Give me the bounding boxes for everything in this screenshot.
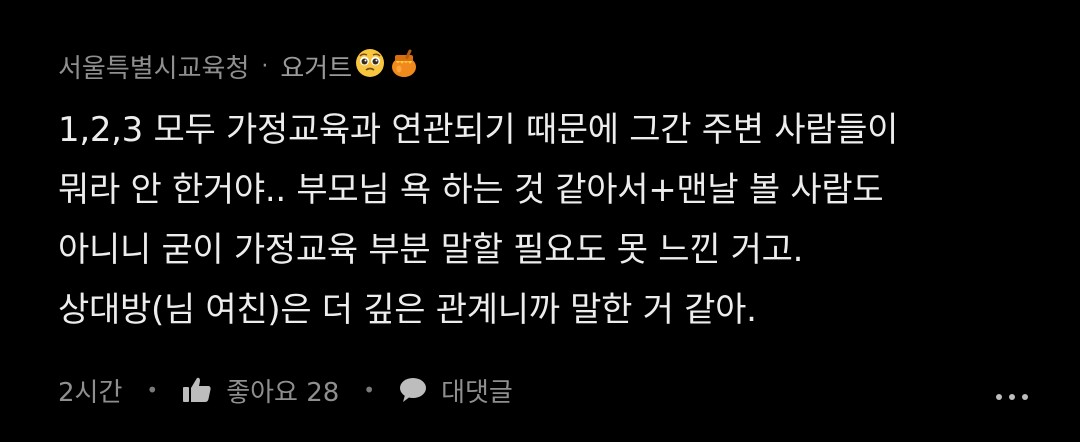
like-count-label: 좋아요 28	[226, 377, 340, 408]
comment-line-4: 상대방(님 여친)은 더 깊은 관계니까 말한 거 같아.	[58, 290, 757, 330]
comment-time: 2시간	[58, 377, 123, 408]
meta-separator: ·	[261, 53, 269, 79]
speech-bubble-icon	[399, 377, 427, 403]
reply-label: 대댓글	[441, 377, 513, 408]
footer-separator: •	[363, 378, 376, 402]
author-nickname[interactable]: 요거트	[280, 48, 352, 85]
comment-card: 서울특별시교육청 · 요거트 1,2,3 모두 가정교육과 연관되기 때문에 그…	[0, 0, 1080, 442]
like-button[interactable]: 좋아요 28	[182, 372, 339, 409]
reply-button[interactable]: 대댓글	[399, 372, 513, 409]
honey-pot-icon	[388, 47, 420, 86]
more-options-icon[interactable]	[996, 394, 1028, 400]
author-name[interactable]: 서울특별시교육청	[58, 48, 249, 85]
comment-line-2: 뭐라 안 한거야.. 부모님 욕 하는 것 같아서+맨날 볼 사람도	[58, 170, 884, 210]
footer-separator: •	[146, 378, 159, 402]
comment-footer: 2시간 • 좋아요 28 • 대댓글	[58, 368, 513, 412]
comment-line-3: 아니니 굳이 가정교육 부분 말할 필요도 못 느낀 거고.	[58, 230, 804, 270]
pleading-face-icon	[354, 47, 386, 86]
comment-line-1: 1,2,3 모두 가정교육과 연관되기 때문에 그간 주변 사람들이	[58, 110, 899, 150]
comment-header: 서울특별시교육청 · 요거트	[58, 44, 420, 88]
thumbs-up-icon	[182, 376, 212, 404]
comment-body: 1,2,3 모두 가정교육과 연관되기 때문에 그간 주변 사람들이 뭐라 안 …	[58, 100, 1058, 340]
